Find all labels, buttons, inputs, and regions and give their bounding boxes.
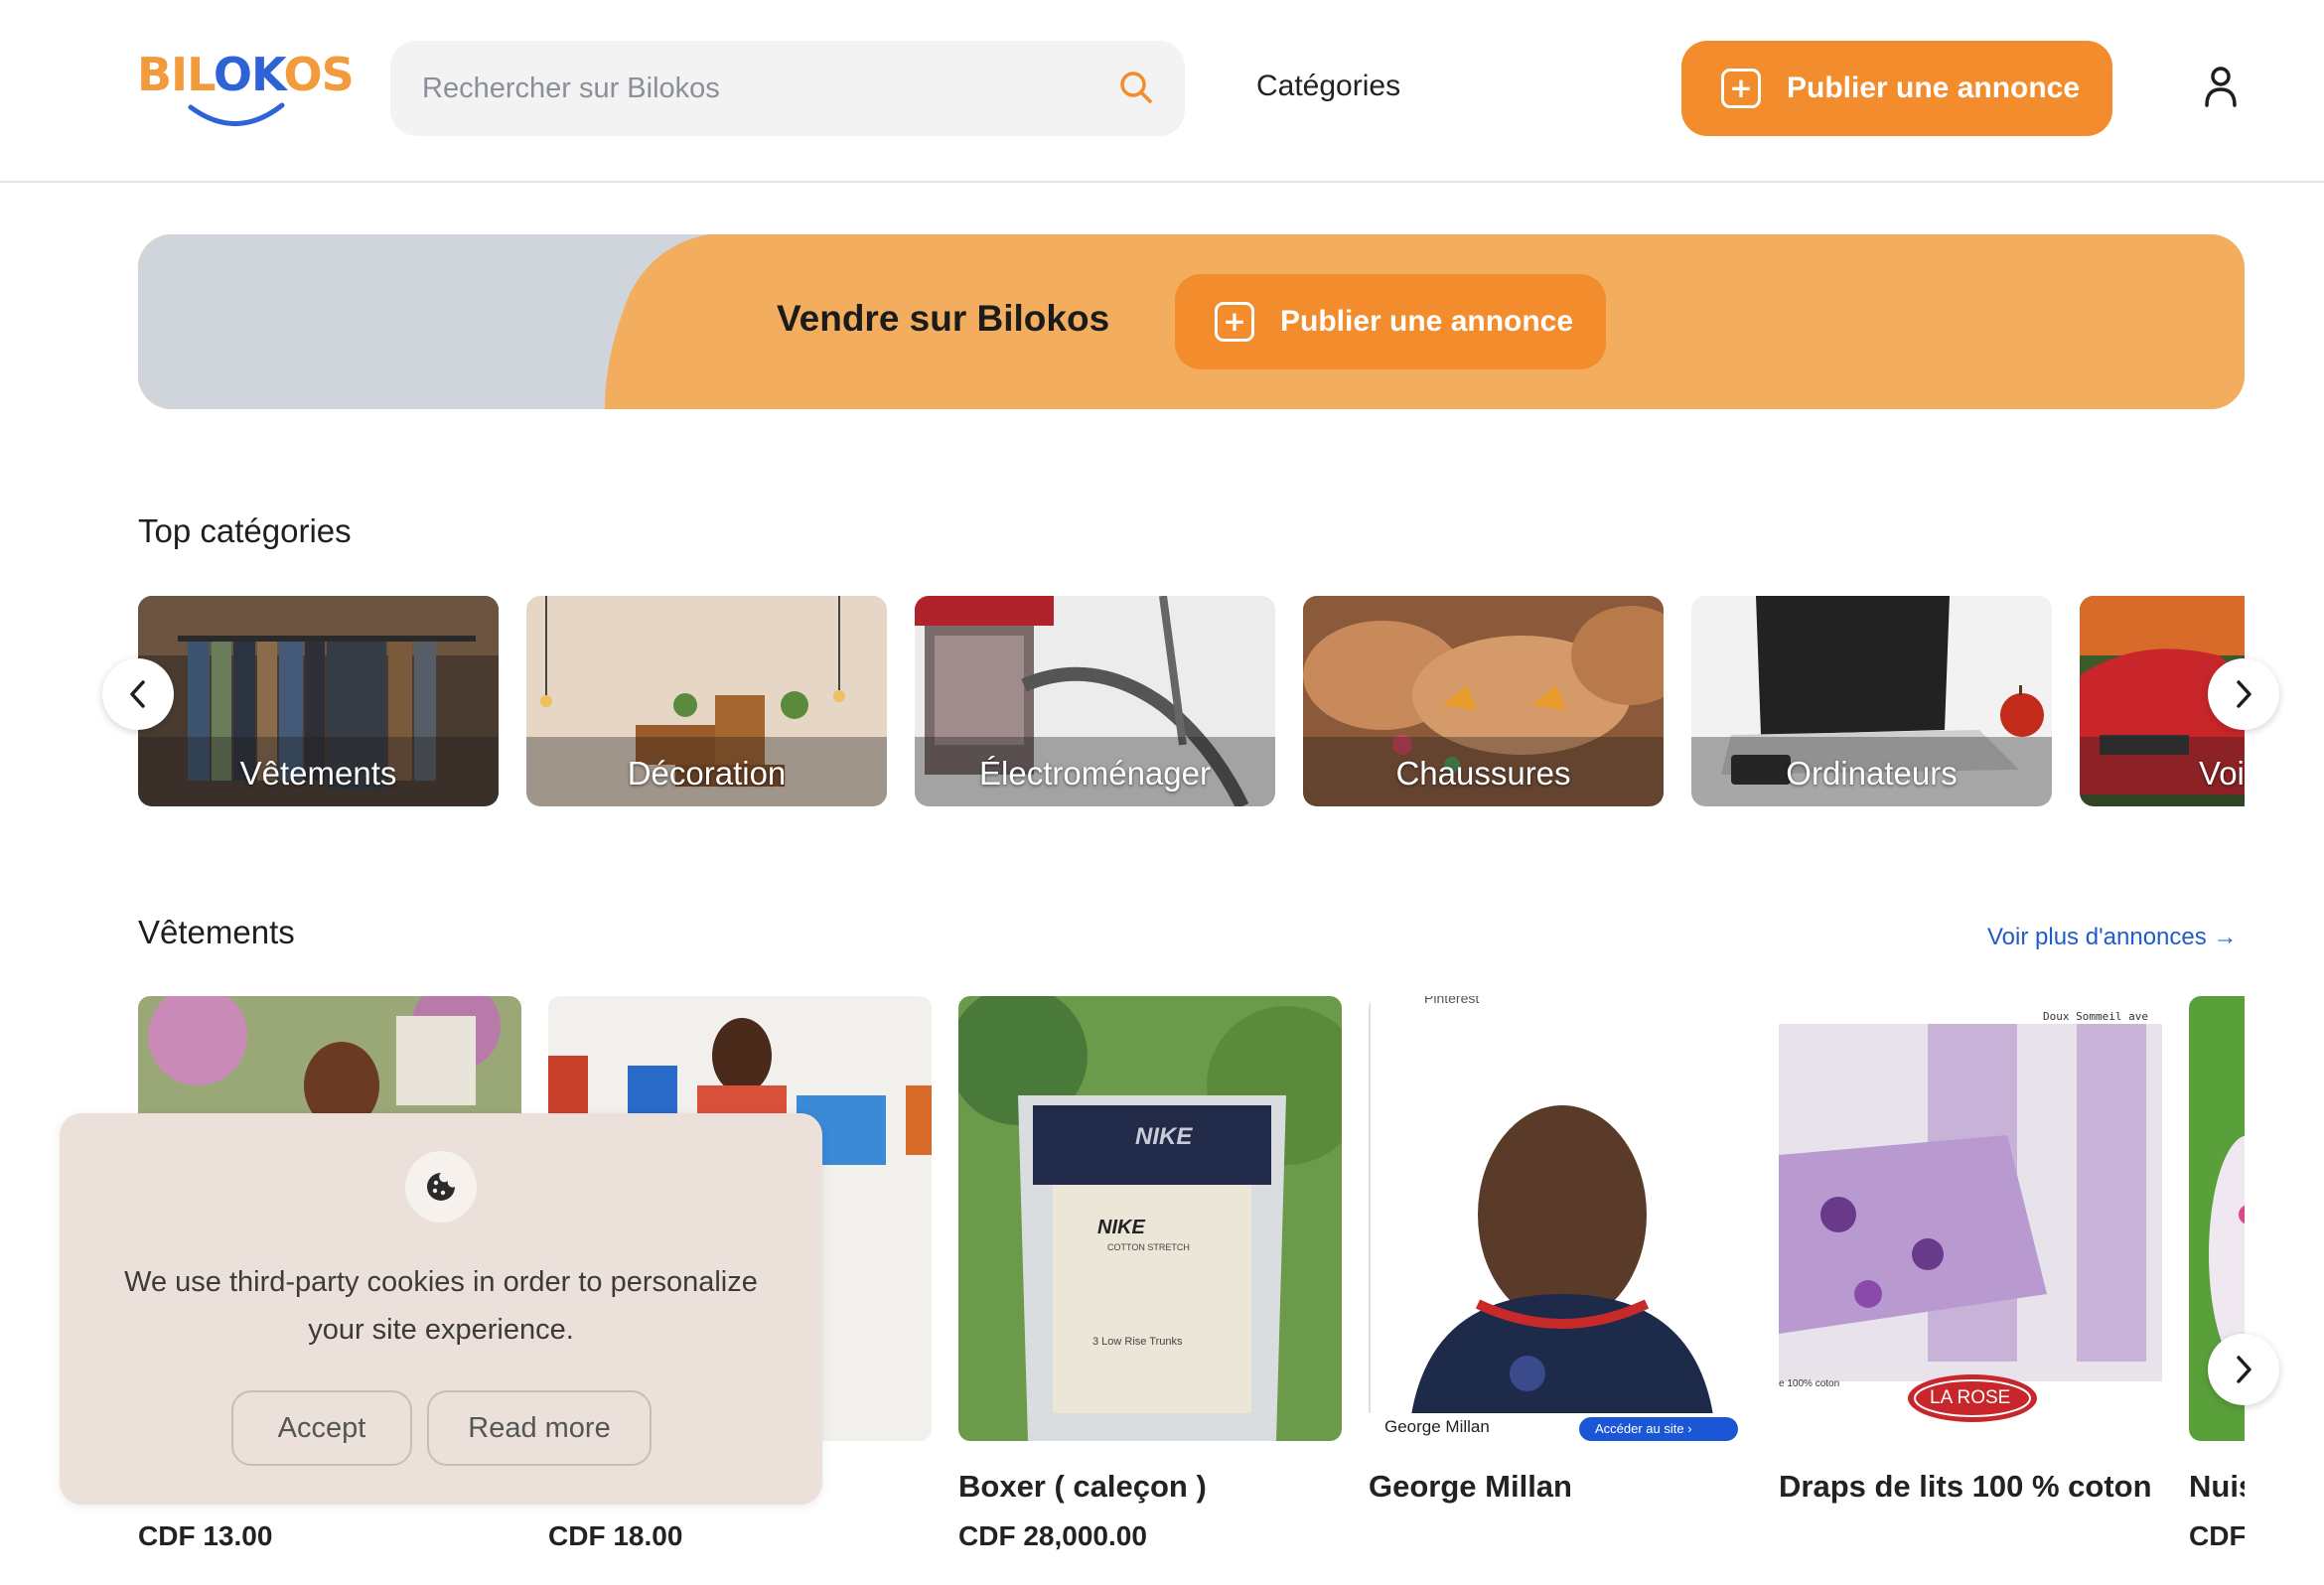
nike-sub-text: COTTON STRETCH [1107,1242,1190,1252]
plus-square-icon: + [1215,302,1254,342]
category-label: Vêtements [239,755,397,792]
chevron-right-icon [2237,680,2251,708]
cookie-icon [405,1151,477,1223]
categories-carousel: Vêtements Décoration Électroménager Chau… [138,596,2245,806]
see-more-link[interactable]: Voir plus d'annonces → [1987,924,2237,951]
product-card[interactable]: NIKE NIKE COTTON STRETCH 3 Low Rise Trun… [958,996,1342,1551]
products-next-button[interactable] [2208,1334,2279,1405]
product-image: Doux Sommeil ave e 100% coton LA ROSE [1779,996,2162,1441]
category-card-electromenager[interactable]: Électroménager [915,596,1275,806]
product-price: CDF 28,000.00 [958,1520,1147,1551]
cookie-message: We use third-party cookies in order to p… [124,1266,758,1346]
nike-label-text: NIKE [1097,1217,1145,1238]
vetements-section-title: Vêtements [138,914,295,950]
category-card-ordinateurs[interactable]: Ordinateurs [1691,596,2052,806]
product-price: CDF 18.00 [548,1520,683,1551]
nike-brand-text: NIKE [1135,1123,1193,1150]
logo-wordmark: BILOKOS [137,48,355,101]
george-visit-text: Accéder au site › [1595,1421,1692,1436]
category-card-chaussures[interactable]: Chaussures [1303,596,1664,806]
bilokos-logo[interactable]: BILOKOS [137,48,355,137]
sell-banner: Vendre sur Bilokos + Publier une annonce [138,234,2245,409]
draps-coton-text: e 100% coton [1779,1378,1840,1389]
product-image: NIKE NIKE COTTON STRETCH 3 Low Rise Trun… [958,996,1342,1441]
chevron-left-icon [130,680,145,708]
draps-brand-text: LA ROSE [1930,1387,2011,1408]
search-input[interactable] [422,63,1097,114]
search-bar[interactable] [390,41,1185,136]
category-label: Décoration [627,755,787,792]
cookie-consent-dialog: We use third-party cookies in order to p… [60,1113,822,1505]
product-price: CDF [2189,1520,2245,1551]
product-name: George Millan [1369,1469,1572,1504]
nike-trunks-text: 3 Low Rise Trunks [1092,1336,1183,1348]
nav-categories-link[interactable]: Catégories [1256,70,1400,103]
category-card-decoration[interactable]: Décoration [526,596,887,806]
draps-header-text: Doux Sommeil ave [2043,1010,2148,1023]
category-label: Électroménager [979,755,1211,792]
categories-next-button[interactable] [2208,658,2279,730]
publish-ad-button[interactable]: + Publier une annonce [1681,41,2112,136]
category-card-vetements[interactable]: Vêtements [138,596,499,806]
cookie-accept-button[interactable]: Accept [231,1390,412,1466]
george-caption-text: George Millan [1384,1417,1490,1436]
product-name: Nuis [2189,1469,2245,1504]
logo-smile-icon [188,102,285,126]
categories-prev-button[interactable] [102,658,174,730]
product-card[interactable]: Pinterest George Millan Accéder au site … [1369,996,1752,1504]
banner-title: Vendre sur Bilokos [777,298,1110,339]
product-image: Pinterest George Millan Accéder au site … [1369,996,1752,1441]
product-name: Draps de lits 100 % coton [1779,1469,2152,1504]
search-icon[interactable] [1118,70,1154,105]
product-name: Boxer ( caleçon ) [958,1469,1207,1504]
banner-publish-label: Publier une annonce [1280,305,1574,338]
site-header: BILOKOS Catégories + Publier une annonce [0,0,2324,183]
category-label: Chaussures [1395,755,1571,792]
product-price: CDF 13.00 [138,1520,273,1551]
category-label: Voi [2199,755,2245,792]
product-card[interactable]: Doux Sommeil ave e 100% coton LA ROSE Dr… [1779,996,2162,1504]
top-categories-title: Top catégories [138,512,352,549]
publish-ad-label: Publier une annonce [1787,72,2081,104]
plus-square-icon: + [1721,69,1761,108]
banner-publish-button[interactable]: + Publier une annonce [1175,274,1606,369]
pinterest-text: Pinterest [1424,996,1480,1006]
cookie-read-more-button[interactable]: Read more [427,1390,652,1466]
category-label: Ordinateurs [1786,755,1958,792]
user-icon[interactable] [2203,66,2239,109]
chevron-right-icon [2237,1356,2251,1383]
